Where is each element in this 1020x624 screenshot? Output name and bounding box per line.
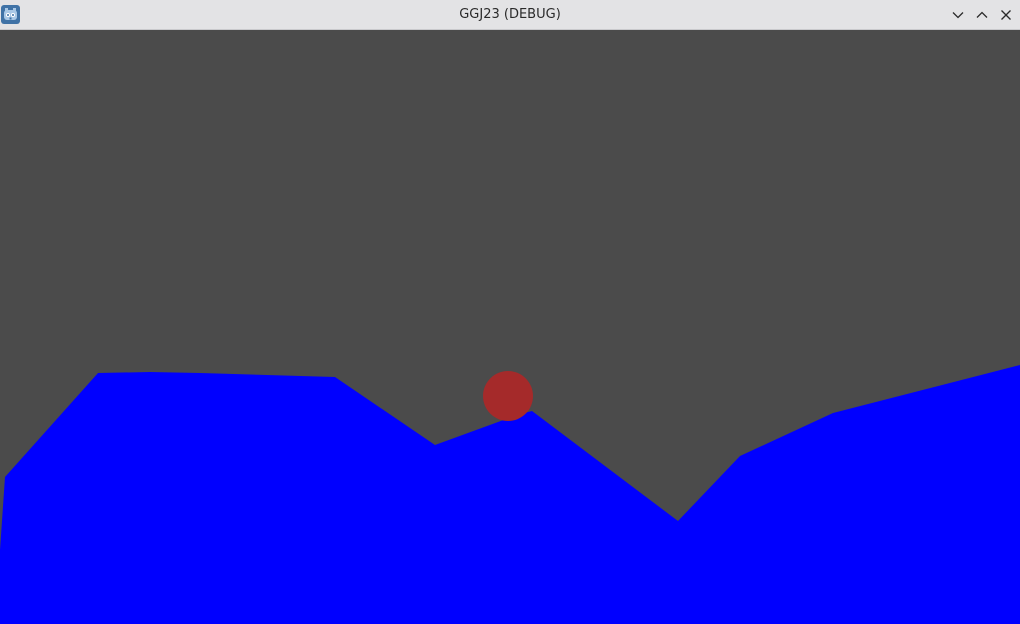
game-window: GGJ23 (DEBUG) — [0, 0, 1020, 624]
window-title: GGJ23 (DEBUG) — [459, 7, 561, 22]
chevron-up-icon — [976, 11, 988, 18]
minimize-button[interactable] — [949, 6, 967, 24]
close-button[interactable] — [997, 6, 1015, 24]
game-canvas — [0, 365, 1020, 624]
close-icon — [1001, 10, 1011, 20]
game-viewport[interactable] — [0, 30, 1020, 624]
chevron-down-icon — [952, 12, 964, 19]
player-ball — [483, 371, 533, 421]
title-bar[interactable]: GGJ23 (DEBUG) — [0, 0, 1020, 30]
maximize-button[interactable] — [973, 6, 991, 24]
